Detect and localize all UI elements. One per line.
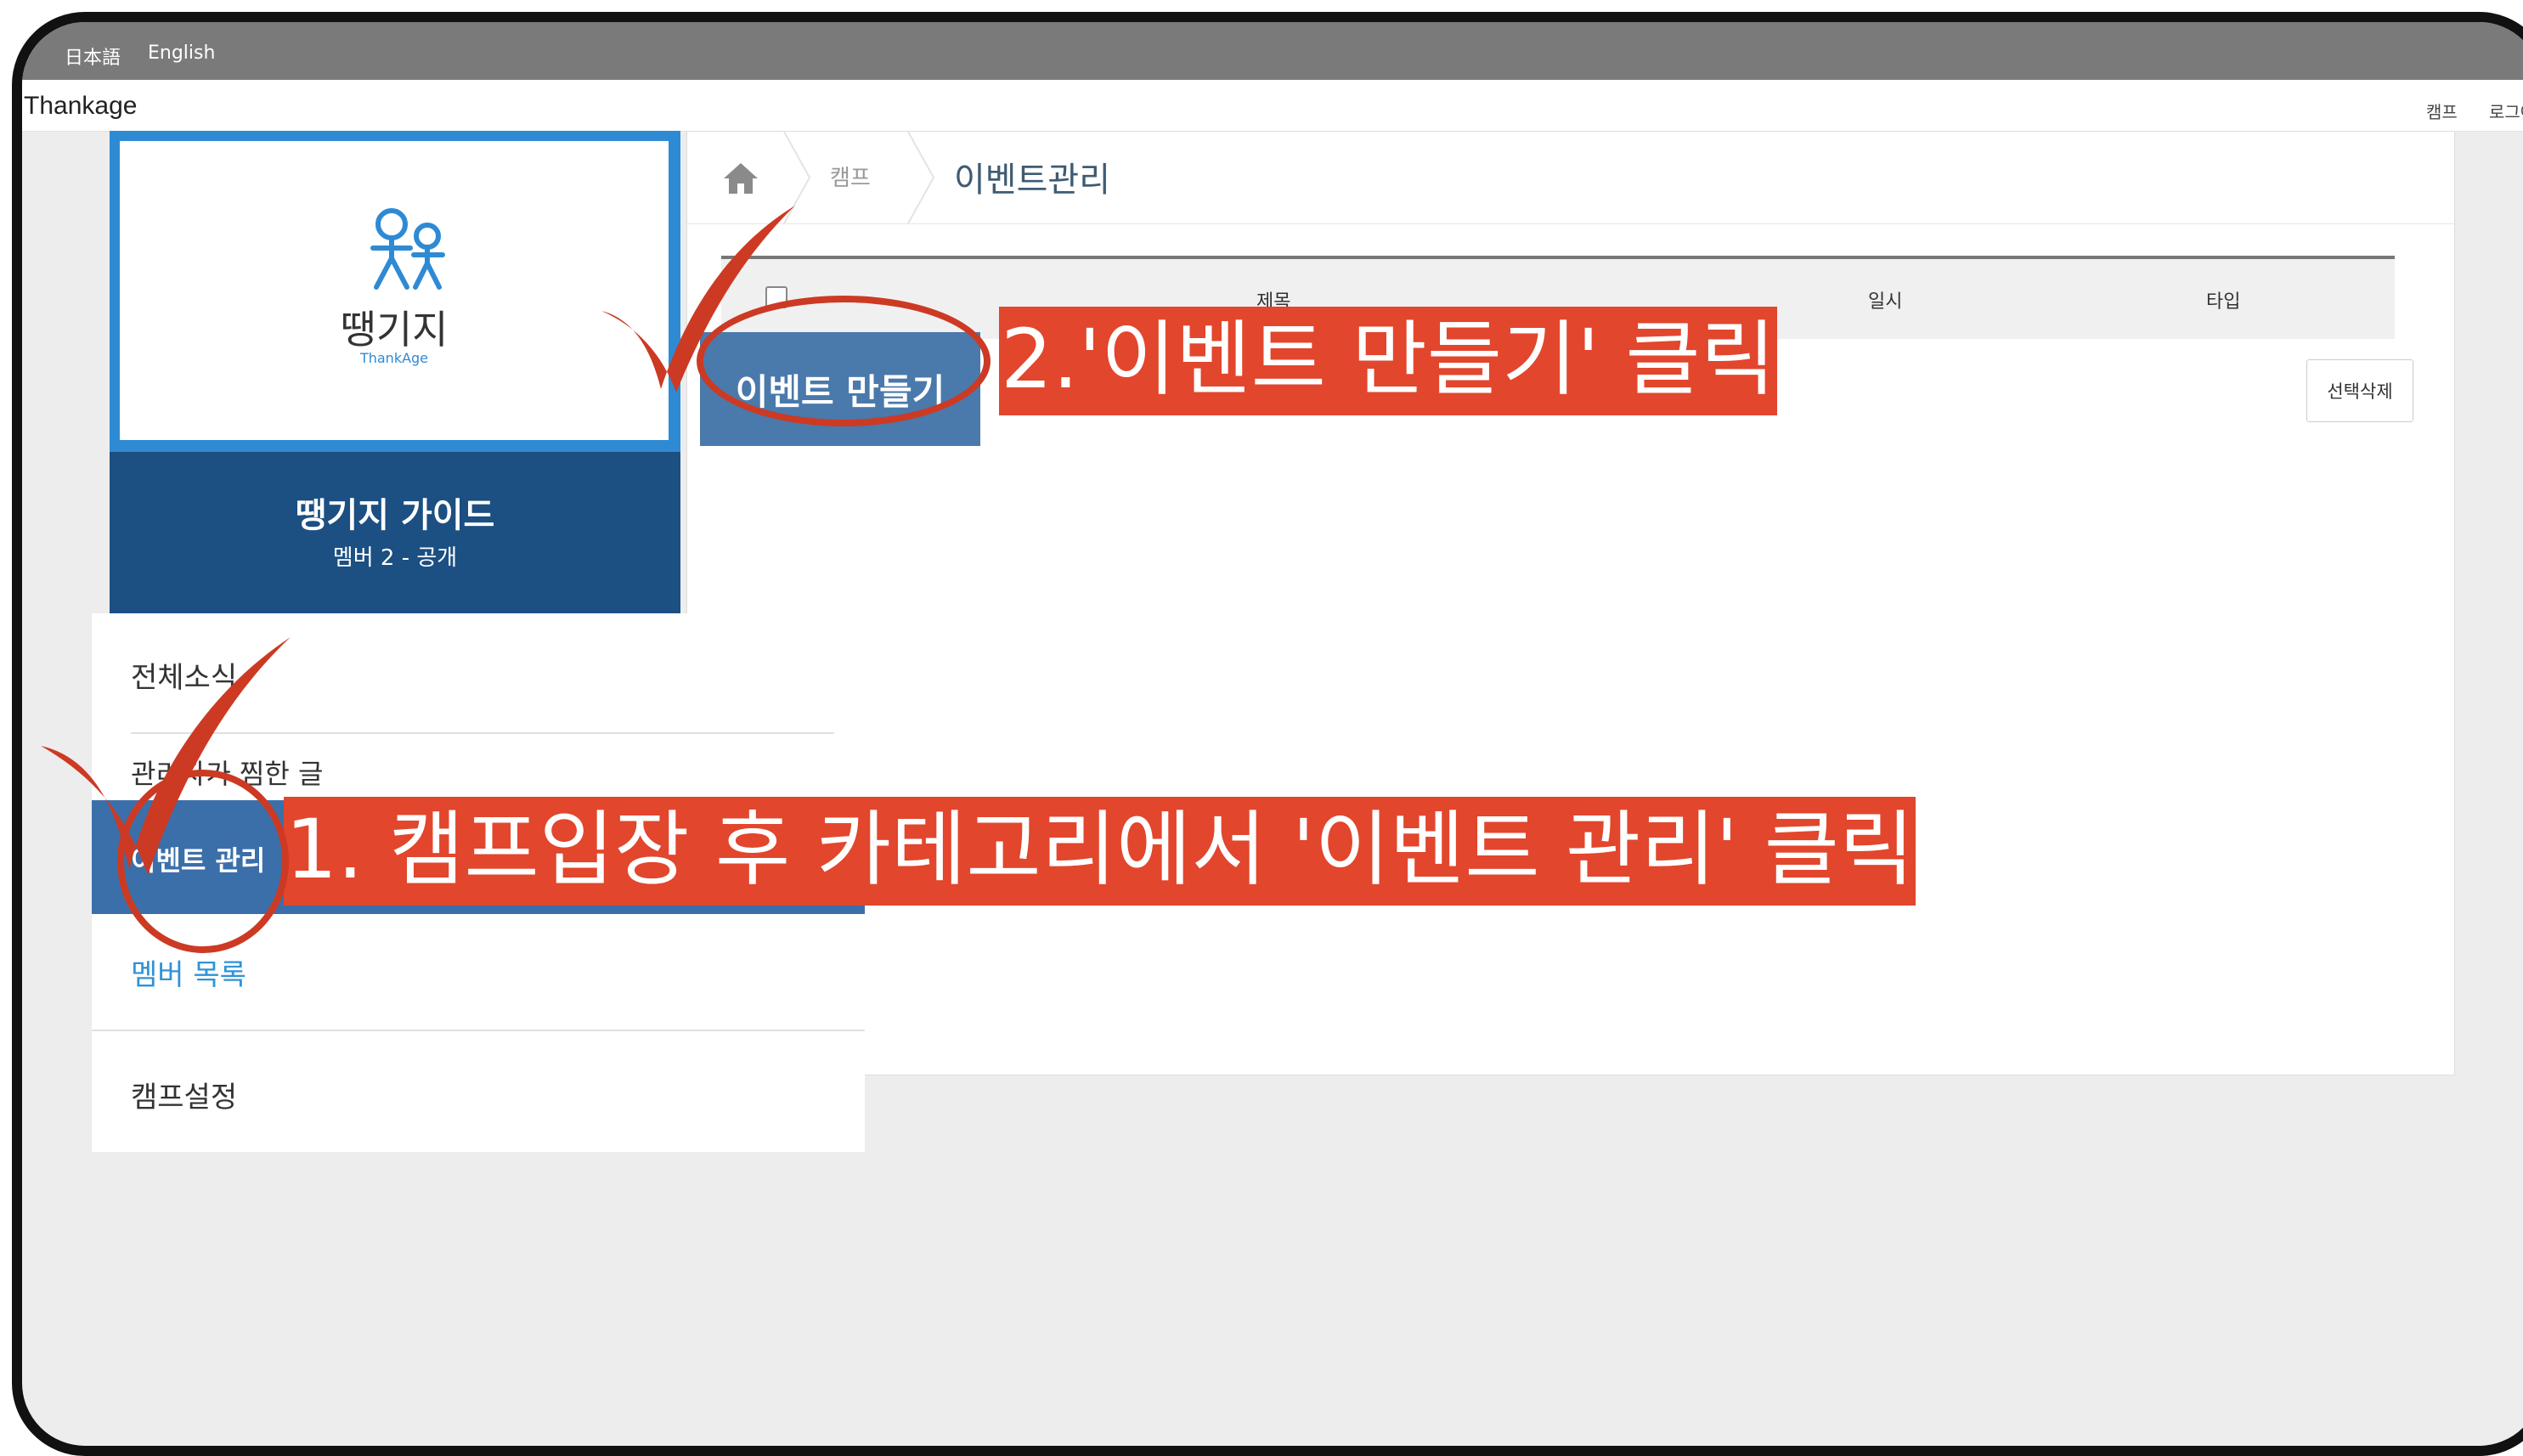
brand-logo-text[interactable]: Thankage: [24, 92, 137, 121]
annotation-step-2: 2.'이벤트 만들기' 클릭: [999, 307, 1777, 415]
event-management-panel: 캠프 이벤트관리 제목 일시 타입 이벤트 만들기 선택삭제: [686, 131, 2455, 1075]
breadcrumb-camp[interactable]: 캠프: [830, 161, 871, 192]
column-type: 타입: [2206, 291, 2241, 313]
camp-info: 땡기지 가이드 멤버 2 - 공개: [110, 452, 680, 613]
camp-logo-card: 땡기지 ThankAge: [120, 141, 669, 440]
app-header: Thankage 캠프 로그아: [22, 80, 2523, 132]
top-link-camp[interactable]: 캠프: [2426, 99, 2458, 123]
logo-text: 땡기지: [340, 307, 449, 353]
logo-subtext: ThankAge: [359, 350, 429, 366]
page-title: 이벤트관리: [954, 161, 1110, 200]
delete-selected-button[interactable]: 선택삭제: [2306, 359, 2413, 422]
menu-item-camp-settings[interactable]: 캠프설정: [92, 1031, 865, 1152]
camp-member-info: 멤버 2 - 공개: [332, 545, 458, 571]
top-link-login[interactable]: 로그아: [2489, 99, 2523, 123]
checkmark-icon: [41, 637, 291, 875]
lang-japanese-link[interactable]: 日本語: [65, 42, 121, 70]
breadcrumb-separator: [907, 132, 935, 223]
thankage-logo-icon: [370, 208, 445, 290]
screenshot-frame: 日本語 English Thankage 캠프 로그아 캠프 이벤트관리 제목 …: [12, 12, 2523, 1456]
lang-english-link[interactable]: English: [148, 42, 215, 64]
home-icon[interactable]: [721, 161, 760, 196]
breadcrumb: 캠프 이벤트관리: [687, 132, 2454, 224]
checkmark-icon: [601, 206, 795, 392]
language-bar: 日本語 English: [22, 22, 2523, 80]
menu-item-label: 캠프설정: [131, 1081, 238, 1115]
annotation-step-1: 1. 캠프입장 후 카테고리에서 '이벤트 관리' 클릭: [284, 797, 1916, 906]
camp-name: 땡기지 가이드: [295, 496, 495, 535]
menu-item-label: 멤버 목록: [131, 958, 246, 992]
column-datetime: 일시: [1868, 291, 1903, 313]
